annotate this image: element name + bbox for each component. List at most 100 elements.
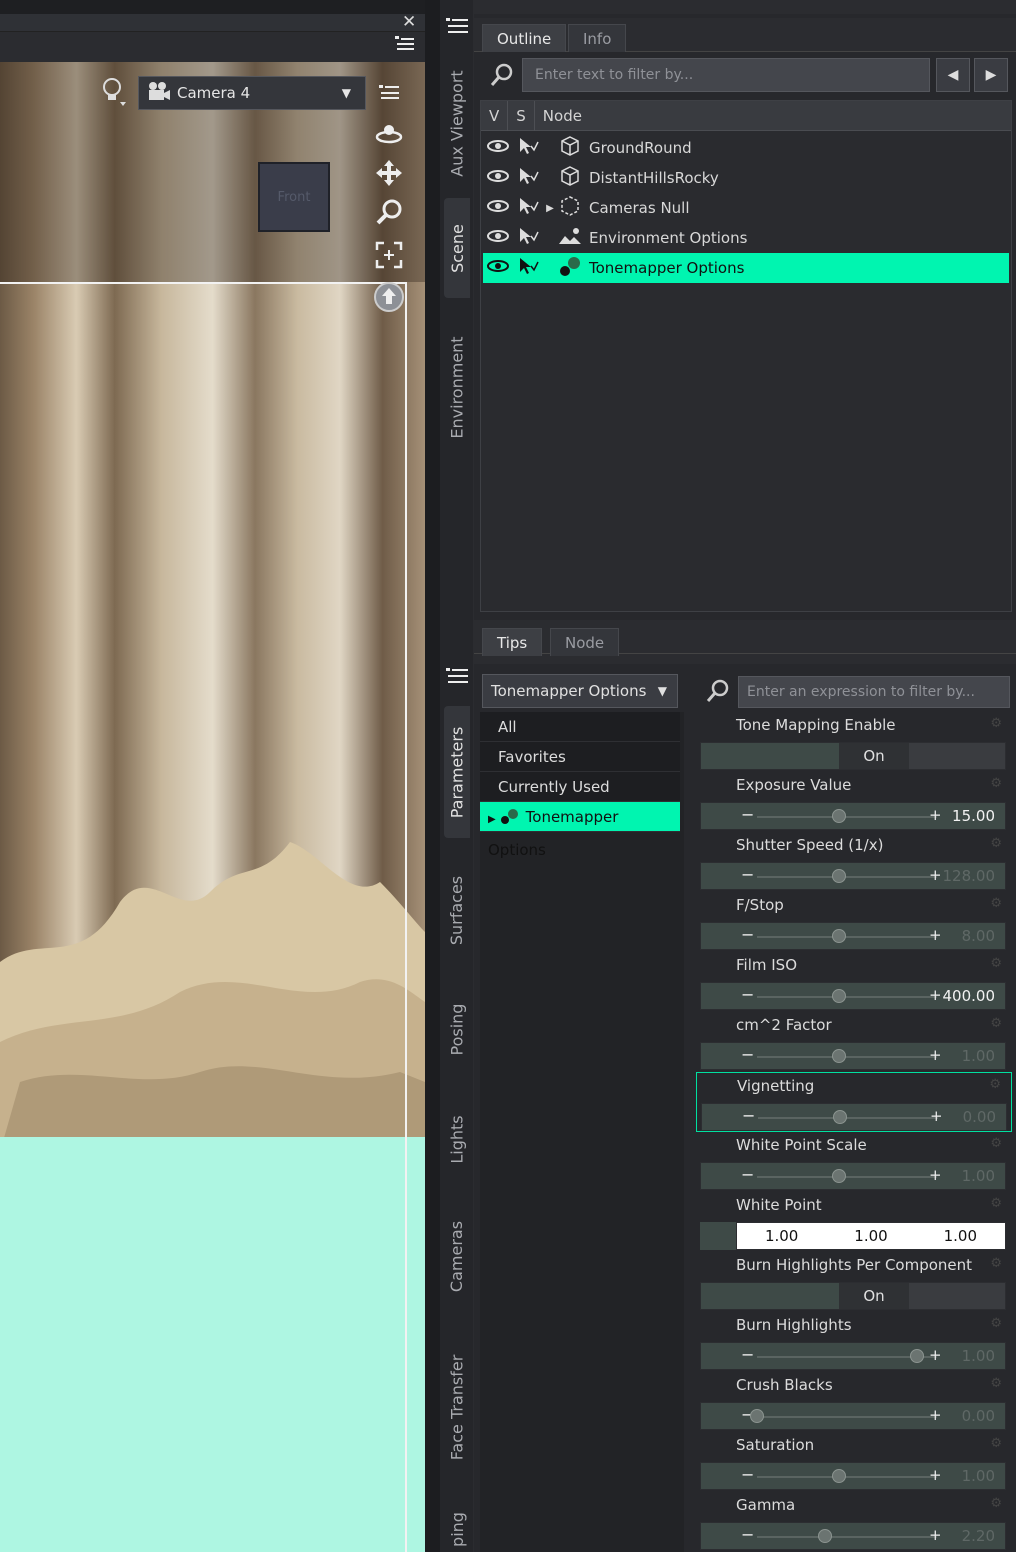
minus-icon[interactable]: − — [741, 805, 754, 824]
slider-track[interactable] — [757, 936, 937, 938]
tab-info[interactable]: Info — [568, 24, 627, 52]
property-value[interactable]: 1.00 — [962, 1047, 995, 1065]
slider-knob[interactable] — [831, 869, 846, 883]
params-pane-menu-icon[interactable] — [444, 666, 470, 692]
frame-icon[interactable] — [372, 238, 406, 272]
gear-icon[interactable]: ⚙ — [990, 1376, 1002, 1391]
minus-icon[interactable]: − — [741, 925, 754, 944]
slider-knob[interactable] — [750, 1409, 764, 1423]
gear-icon[interactable]: ⚙ — [990, 716, 1002, 731]
tab-aux-viewport[interactable]: Aux Viewport — [444, 58, 470, 188]
plus-icon[interactable]: + — [929, 1166, 942, 1184]
toggle-off-area[interactable] — [909, 743, 1005, 769]
plus-icon[interactable]: + — [929, 1346, 942, 1364]
tab-scene[interactable]: Scene — [444, 198, 470, 298]
slider-track[interactable] — [757, 1416, 937, 1418]
property-value[interactable]: 1.00 — [962, 1167, 995, 1185]
slider-knob[interactable] — [909, 1349, 924, 1363]
plus-icon[interactable]: + — [929, 806, 942, 824]
slider-knob[interactable] — [831, 809, 846, 823]
plus-icon[interactable]: + — [929, 1466, 942, 1484]
slider-knob[interactable] — [831, 989, 846, 1003]
property-value[interactable]: 400.00 — [943, 987, 996, 1005]
plus-icon[interactable]: + — [929, 866, 942, 884]
pan-icon[interactable] — [372, 156, 406, 190]
property-group-item[interactable]: Currently Used — [480, 772, 680, 802]
color-value-fields[interactable]: 1.00 1.00 1.00 — [736, 1222, 1006, 1250]
reset-view-icon[interactable] — [372, 280, 406, 314]
property-value[interactable]: 2.20 — [962, 1527, 995, 1545]
minus-icon[interactable]: − — [741, 1465, 754, 1484]
pointer-icon[interactable] — [513, 137, 543, 159]
slider-knob[interactable] — [832, 1110, 847, 1124]
slider-track[interactable] — [757, 996, 937, 998]
color-component-value[interactable]: 1.00 — [765, 1227, 798, 1245]
property-group-item[interactable]: Favorites — [480, 742, 680, 772]
slider-knob[interactable] — [831, 929, 846, 943]
close-icon[interactable]: ✕ — [402, 12, 416, 32]
property-slider[interactable]: − +400.00 — [700, 982, 1006, 1010]
eye-icon[interactable] — [483, 168, 513, 188]
tab-cameras[interactable]: Cameras — [444, 1200, 470, 1312]
property-group-item[interactable]: All — [480, 712, 680, 742]
plus-icon[interactable]: + — [929, 1526, 942, 1544]
gear-icon[interactable]: ⚙ — [990, 1316, 1002, 1331]
color-component-value[interactable]: 1.00 — [944, 1227, 977, 1245]
toggle-on-label[interactable]: On — [839, 1283, 909, 1309]
viewport-menu-icon[interactable] — [372, 76, 406, 110]
tab-posing-partial[interactable]: ping — [444, 1506, 470, 1552]
tab-surfaces[interactable]: Surfaces — [444, 858, 470, 962]
slider-track[interactable] — [757, 816, 937, 818]
color-swatch[interactable] — [700, 1222, 736, 1250]
gear-icon[interactable]: ⚙ — [990, 1436, 1002, 1451]
scene-node-row[interactable]: GroundRound — [483, 133, 1009, 163]
property-slider[interactable]: − +1.00 — [700, 1042, 1006, 1070]
eye-icon[interactable] — [483, 198, 513, 218]
minus-icon[interactable]: − — [742, 1106, 755, 1125]
property-value[interactable]: 0.00 — [962, 1407, 995, 1425]
slider-knob[interactable] — [818, 1529, 832, 1543]
property-value[interactable]: 15.00 — [952, 807, 995, 825]
property-slider[interactable]: − +15.00 — [700, 802, 1006, 830]
slider-track[interactable] — [757, 1056, 937, 1058]
property-slider[interactable]: − +1.00 — [700, 1162, 1006, 1190]
search-icon[interactable] — [704, 678, 732, 710]
column-node[interactable]: Node — [535, 101, 590, 131]
scene-pane-menu-icon[interactable] — [444, 16, 470, 42]
toggle-on-label[interactable]: On — [839, 743, 909, 769]
property-slider[interactable]: − +1.00 — [700, 1462, 1006, 1490]
navigation-cube[interactable]: Front — [258, 162, 330, 232]
gear-icon[interactable]: ⚙ — [990, 1256, 1002, 1271]
pointer-icon[interactable] — [513, 167, 543, 189]
slider-track[interactable] — [757, 876, 937, 878]
minus-icon[interactable]: − — [741, 985, 754, 1004]
property-toggle[interactable]: On — [700, 1282, 1006, 1310]
minus-icon[interactable]: − — [741, 1045, 754, 1064]
pane-menu-icon[interactable] — [392, 32, 416, 56]
property-slider[interactable]: − +8.00 — [700, 922, 1006, 950]
minus-icon[interactable]: − — [741, 1525, 754, 1544]
pointer-icon[interactable] — [513, 257, 543, 279]
column-visible[interactable]: V — [481, 100, 509, 131]
tab-face-transfer[interactable]: Face Transfer — [444, 1334, 470, 1480]
property-slider[interactable]: − +2.20 — [700, 1522, 1006, 1550]
property-value[interactable]: 1.00 — [962, 1347, 995, 1365]
column-selectable[interactable]: S — [508, 100, 535, 131]
scene-node-row[interactable]: DistantHillsRocky — [483, 163, 1009, 193]
tab-tips[interactable]: Tips — [482, 628, 543, 656]
plus-icon[interactable]: + — [929, 986, 942, 1004]
gear-icon[interactable]: ⚙ — [990, 1196, 1002, 1211]
plus-icon[interactable]: + — [929, 926, 942, 944]
eye-icon[interactable] — [483, 258, 513, 278]
property-value[interactable]: 8.00 — [962, 927, 995, 945]
slider-track[interactable] — [758, 1117, 938, 1119]
property-value[interactable]: 1.00 — [962, 1467, 995, 1485]
plus-icon[interactable]: + — [929, 1046, 942, 1064]
arrow-left-icon[interactable]: ◀ — [936, 58, 970, 92]
zoom-icon[interactable] — [372, 196, 406, 230]
eye-icon[interactable] — [483, 138, 513, 158]
minus-icon[interactable]: − — [741, 1345, 754, 1364]
tab-posing[interactable]: Posing — [444, 984, 470, 1074]
scene-node-row[interactable]: Tonemapper Options — [483, 253, 1009, 283]
pointer-icon[interactable] — [513, 227, 543, 249]
